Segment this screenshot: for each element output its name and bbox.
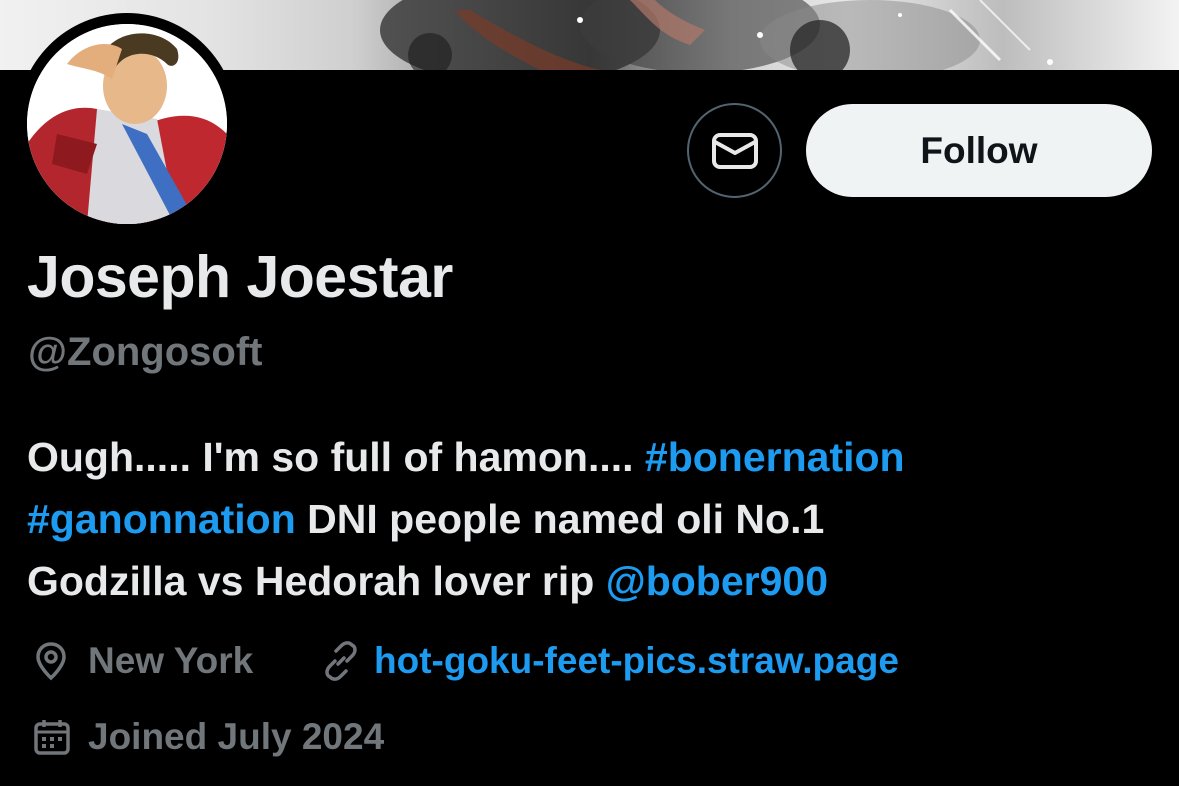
bio-line-1: Ough..... I'm so full of hamon.... #bone…: [27, 426, 1147, 488]
bio-text: DNI people named oli No.1: [295, 496, 825, 542]
avatar[interactable]: [27, 24, 227, 224]
bio-line-3: Godzilla vs Hedorah lover rip @bober900: [27, 550, 1147, 612]
location-text: New York: [88, 640, 254, 681]
follow-button[interactable]: Follow: [806, 104, 1152, 197]
user-handle: @Zongosoft: [28, 330, 263, 374]
location-pin-icon: [36, 642, 66, 681]
profile-bio: Ough..... I'm so full of hamon.... #bone…: [27, 426, 1147, 612]
hashtag-link[interactable]: #ganonnation: [27, 496, 296, 542]
website-item[interactable]: hot-goku-feet-pics.straw.page: [320, 640, 899, 682]
website-link[interactable]: hot-goku-feet-pics.straw.page: [374, 640, 899, 682]
bio-text: Ough..... I'm so full of hamon....: [27, 434, 645, 480]
joined-item: Joined July 2024: [32, 716, 384, 758]
bio-text: Godzilla vs Hedorah lover rip: [27, 558, 606, 604]
avatar-image: [27, 24, 227, 224]
mention-link[interactable]: @bober900: [606, 558, 828, 604]
message-button[interactable]: [687, 103, 782, 198]
bio-line-2: #ganonnation DNI people named oli No.1: [27, 488, 1147, 550]
location-item: New York: [30, 640, 253, 682]
display-name: Joseph Joestar: [27, 244, 453, 310]
calendar-icon: [34, 720, 70, 755]
link-icon: [325, 641, 357, 681]
joined-date: Joined July 2024: [88, 716, 385, 757]
hashtag-link[interactable]: #bonernation: [645, 434, 905, 480]
envelope-icon: [711, 132, 758, 169]
